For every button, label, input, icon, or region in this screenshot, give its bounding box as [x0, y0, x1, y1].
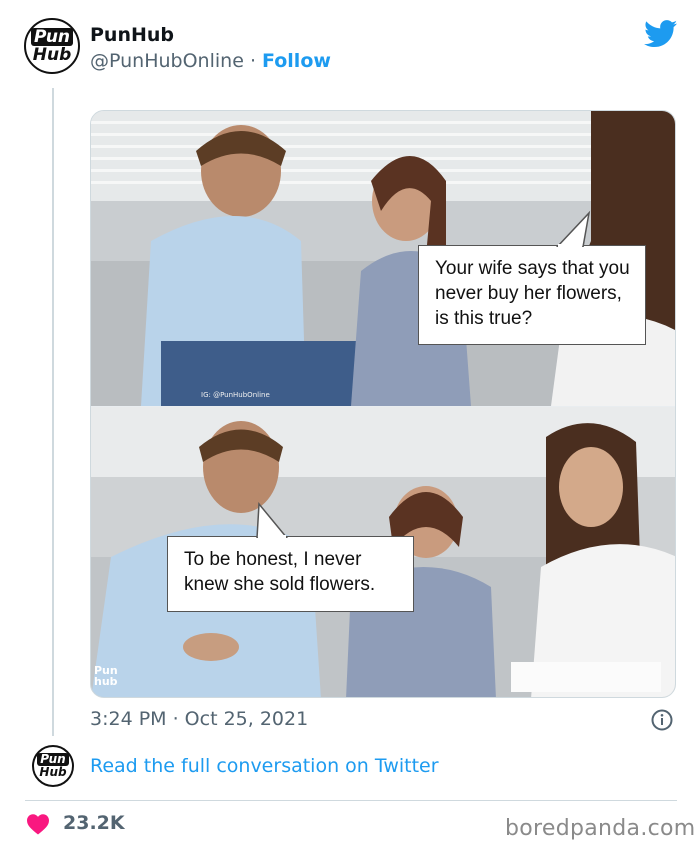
corner-watermark-line2: hub	[94, 675, 118, 688]
read-full-conversation-link[interactable]: Read the full conversation on Twitter	[90, 755, 439, 777]
ig-watermark: IG: @PunHubOnline	[201, 391, 270, 399]
tweet-card: Pun Hub PunHub @PunHubOnline · Follow IG…	[0, 0, 700, 851]
author-handle-line: @PunHubOnline · Follow	[90, 50, 331, 72]
therapist-speech-text: Your wife says that you never buy her fl…	[435, 258, 630, 329]
husband-speech-bubble: To be honest, I never knew she sold flow…	[167, 536, 414, 612]
twitter-bird-icon[interactable]	[644, 20, 678, 48]
speech-tail-bottom	[256, 502, 288, 538]
author-handle[interactable]: @PunHubOnline	[90, 50, 244, 72]
like-count[interactable]: 23.2K	[63, 812, 125, 834]
speech-tail-top	[555, 210, 591, 247]
author-avatar[interactable]: Pun Hub	[24, 18, 80, 74]
corner-watermark: Pun hub	[94, 665, 122, 687]
info-icon[interactable]	[651, 709, 673, 731]
husband-speech-text: To be honest, I never knew she sold flow…	[184, 549, 376, 595]
meme-image[interactable]: IG: @PunHubOnline Pun hub Your wife says…	[90, 110, 676, 698]
avatar-text-line1: Pun	[30, 28, 74, 46]
avatar-text-line2: Hub	[32, 45, 72, 65]
follow-button[interactable]: Follow	[262, 50, 331, 72]
therapist-speech-bubble: Your wife says that you never buy her fl…	[418, 245, 646, 345]
divider	[25, 800, 677, 801]
avatar-small-text-line2: Hub	[39, 765, 67, 779]
boredpanda-brand: boredpanda.com	[505, 816, 696, 841]
handle-separator: ·	[249, 50, 256, 72]
thread-line	[52, 88, 54, 736]
author-name[interactable]: PunHub	[90, 24, 174, 46]
author-avatar-small[interactable]: Pun Hub	[32, 745, 74, 787]
tweet-timestamp[interactable]: 3:24 PM · Oct 25, 2021	[90, 708, 308, 730]
heart-icon[interactable]	[26, 813, 50, 835]
